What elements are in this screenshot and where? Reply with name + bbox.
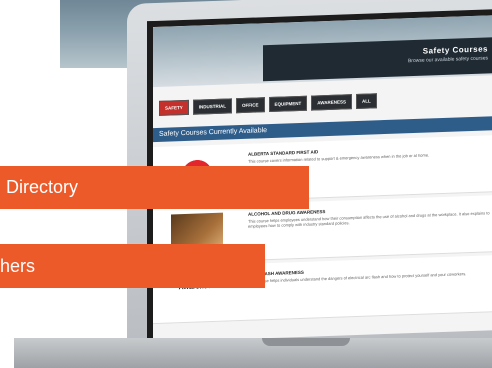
nav-all[interactable]: ALL — [356, 93, 377, 110]
partners-link[interactable]: hers — [0, 244, 265, 288]
nav-awareness[interactable]: AWARENESS — [311, 94, 353, 111]
nav-industrial[interactable]: INDUSTRIAL — [192, 98, 233, 115]
category-nav: SAFETY INDUSTRIAL OFFICE EQUIPMENT AWARE… — [159, 93, 377, 116]
nav-safety[interactable]: SAFETY — [159, 99, 189, 116]
laptop-notch — [262, 338, 350, 346]
directory-link[interactable]: Directory — [0, 166, 309, 209]
site-header: Safety Courses Browse our available safe… — [153, 14, 492, 88]
site-banner: Safety Courses Browse our available safe… — [263, 36, 492, 82]
nav-equipment[interactable]: EQUIPMENT — [268, 95, 308, 113]
nav-office[interactable]: OFFICE — [236, 97, 265, 114]
laptop-base — [14, 338, 492, 368]
